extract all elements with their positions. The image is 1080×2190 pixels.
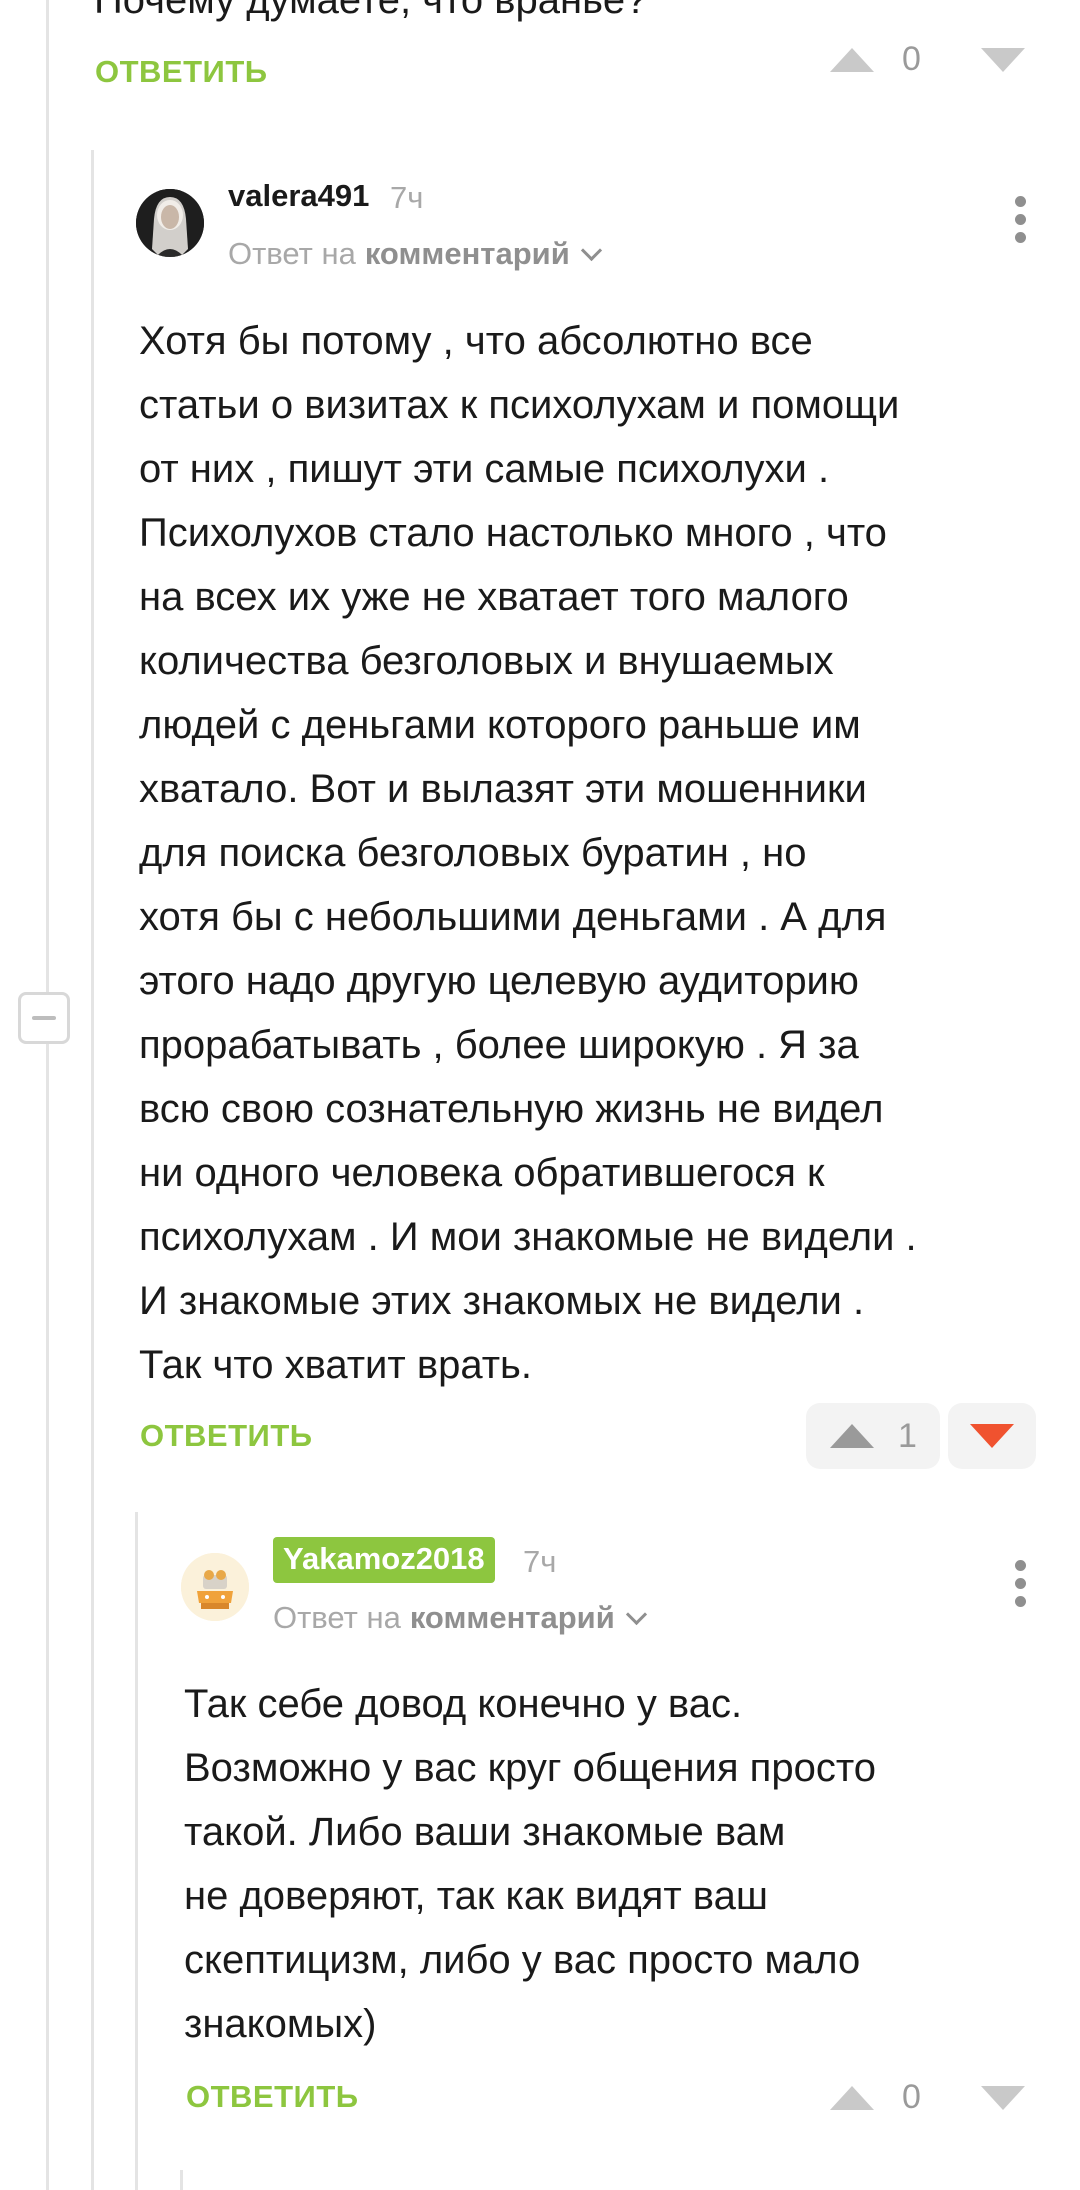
vote-controls: 0 xyxy=(830,40,1025,79)
comment-text: Хотя бы потому , что абсолютно все стать… xyxy=(139,319,917,1387)
avatar-image xyxy=(181,1553,249,1621)
downvote-icon[interactable] xyxy=(980,47,1025,72)
reply-to-prefix: Ответ на xyxy=(228,236,356,271)
thread-line-level-4[interactable] xyxy=(180,2170,183,2190)
reply-button[interactable]: ОТВЕТИТЬ xyxy=(140,1418,313,1454)
reply-to: Ответ на комментарий xyxy=(228,236,602,272)
upvote-icon[interactable] xyxy=(830,1424,874,1448)
vote-controls: 1 xyxy=(806,1403,1036,1469)
downvote-icon[interactable] xyxy=(980,2085,1025,2110)
thread-line-level-3[interactable] xyxy=(135,1512,138,2190)
avatar[interactable] xyxy=(136,189,204,257)
collapse-thread-icon[interactable] xyxy=(18,992,70,1044)
reply-button[interactable]: ОТВЕТИТЬ xyxy=(95,54,268,90)
downvote-box[interactable] xyxy=(948,1403,1036,1469)
comments-page: Почему думаете, что враньё? ОТВЕТИТЬ 0 v… xyxy=(0,0,1080,2190)
vote-controls: 0 xyxy=(830,2078,1025,2117)
more-options-icon[interactable] xyxy=(1011,1560,1031,1610)
reply-to-prefix: Ответ на xyxy=(273,1600,401,1635)
vote-count: 0 xyxy=(902,2078,921,2116)
reply-to-comment-link[interactable]: комментарий xyxy=(365,236,570,272)
comment-time: 7ч xyxy=(390,180,424,215)
chevron-down-icon[interactable] xyxy=(625,1603,647,1625)
avatar-image xyxy=(136,189,204,257)
comment-text: Так себе довод конечно у вас. Возможно у… xyxy=(184,1682,876,2046)
previous-comment-text: Почему думаете, что враньё? xyxy=(94,0,648,22)
thread-line-level-1[interactable] xyxy=(46,0,49,2190)
upvote-box[interactable]: 1 xyxy=(806,1403,940,1469)
vote-count: 1 xyxy=(898,1416,917,1455)
upvote-icon[interactable] xyxy=(830,2085,874,2110)
thread-line-level-2[interactable] xyxy=(91,150,94,2190)
downvote-icon[interactable] xyxy=(970,1424,1014,1448)
username-badge[interactable]: Yakamoz2018 xyxy=(273,1537,495,1583)
avatar[interactable] xyxy=(181,1553,249,1621)
reply-button[interactable]: ОТВЕТИТЬ xyxy=(186,2079,359,2115)
reply-to-comment-link[interactable]: комментарий xyxy=(410,1600,615,1636)
chevron-down-icon[interactable] xyxy=(580,239,602,261)
comment-time: 7ч xyxy=(523,1544,557,1579)
upvote-icon[interactable] xyxy=(830,47,874,72)
vote-count: 0 xyxy=(902,40,921,78)
more-options-icon[interactable] xyxy=(1011,196,1031,246)
reply-to: Ответ на комментарий xyxy=(273,1600,647,1636)
username[interactable]: valera491 xyxy=(228,178,369,214)
